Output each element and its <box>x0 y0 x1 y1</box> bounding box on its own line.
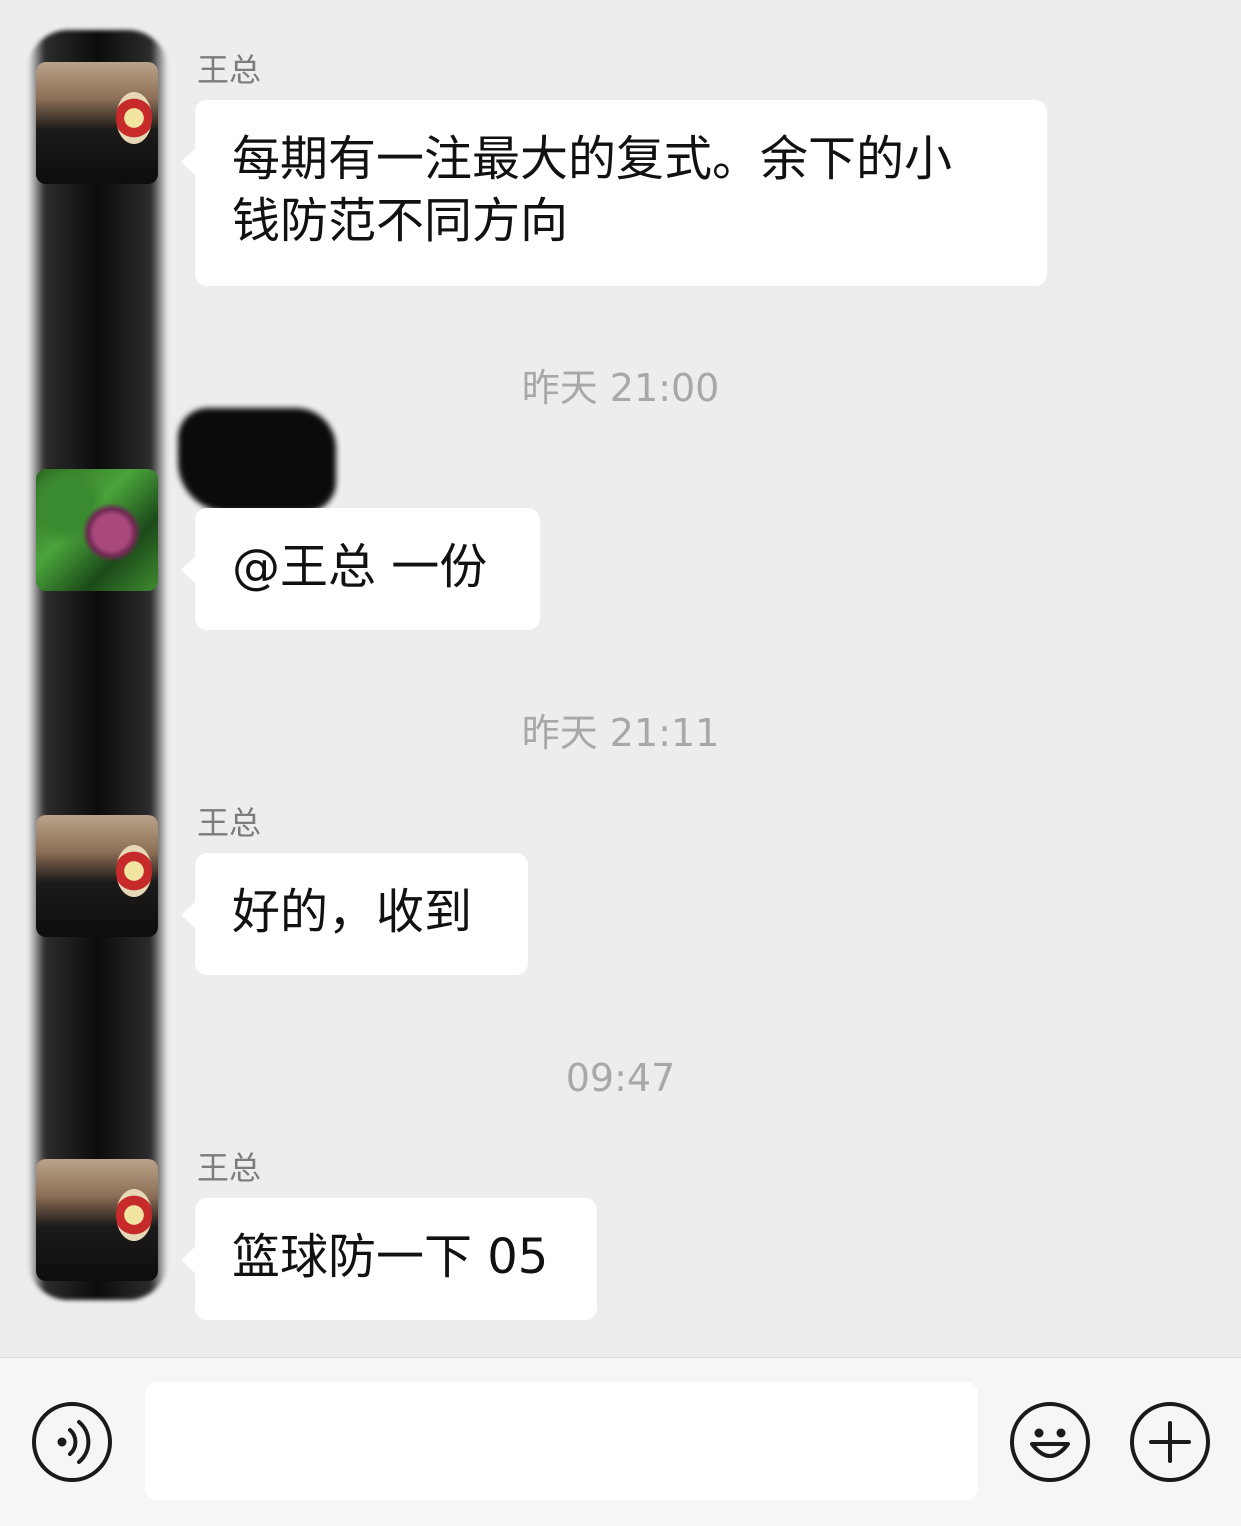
timestamp: 昨天 21:11 <box>521 711 720 755</box>
more-button[interactable] <box>1130 1402 1210 1482</box>
message-text: 篮球防一下 05 <box>232 1229 549 1285</box>
timestamp: 昨天 21:00 <box>521 366 720 410</box>
message-text: 好的，收到 <box>232 884 473 940</box>
sender-name: 王总 <box>197 1149 262 1187</box>
voice-button[interactable] <box>32 1402 112 1482</box>
message-bubble[interactable]: 篮球防一下 05 <box>181 1198 597 1320</box>
avatar[interactable] <box>36 1159 158 1281</box>
message-text-line: 每期有一注最大的复式。余下的小 <box>232 131 953 187</box>
message-bubble[interactable]: 好的，收到 <box>181 853 528 975</box>
avatar[interactable] <box>36 815 158 937</box>
timestamp: 09:47 <box>565 1056 676 1100</box>
sender-name: 王总 <box>197 51 262 89</box>
message-input[interactable] <box>145 1382 978 1500</box>
input-bar <box>0 1357 1241 1526</box>
message-bubble[interactable]: 每期有一注最大的复式。余下的小 钱防范不同方向 <box>181 100 1047 286</box>
avatar[interactable] <box>36 469 158 591</box>
redacted-sender-name <box>178 408 336 512</box>
redaction-mark <box>28 30 168 1300</box>
message-bubble[interactable]: @王总 一份 <box>181 508 540 630</box>
sender-name: 王总 <box>197 804 262 842</box>
chat-area[interactable]: 王总 每期有一注最大的复式。余下的小 钱防范不同方向 昨天 21:00 @王总 … <box>0 0 1241 1357</box>
avatar[interactable] <box>36 62 158 184</box>
message-text: @王总 一份 <box>232 539 488 595</box>
emoji-button[interactable] <box>1010 1402 1090 1482</box>
message-text-line: 钱防范不同方向 <box>232 193 569 249</box>
